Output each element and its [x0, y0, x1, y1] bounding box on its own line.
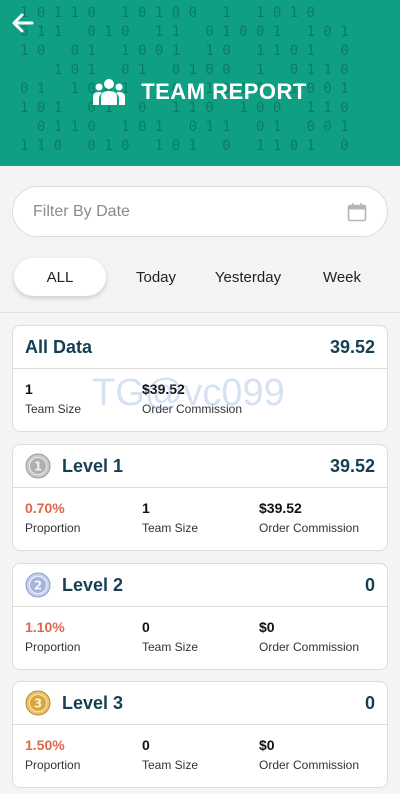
gold-medal-icon: 3: [25, 690, 51, 716]
commission-value: $39.52: [259, 500, 302, 516]
commission-label: Order Commission: [259, 640, 360, 654]
team-size-label: Team Size: [142, 521, 199, 535]
level-card-2: 2 Level 2 0 1.10% Proportion 0 Team Size…: [12, 563, 388, 670]
svg-text:3: 3: [34, 697, 42, 711]
commission-stat: $39.52 Order Commission: [142, 381, 242, 416]
level-card-3: 3 Level 3 0 1.50% Proportion 0 Team Size…: [12, 681, 388, 788]
team-size-value: 0: [142, 619, 150, 635]
team-size-label: Team Size: [142, 758, 199, 772]
team-size-label: Team Size: [25, 402, 82, 416]
svg-text:1: 1: [34, 460, 42, 474]
tab-today[interactable]: Today: [116, 258, 196, 296]
commission-value: $0: [259, 619, 275, 635]
card-body: 0.70% Proportion 1 Team Size $39.52 Orde…: [13, 488, 387, 550]
commission-stat: $0 Order Commission: [259, 619, 359, 654]
page-title: TEAM REPORT: [141, 79, 307, 104]
header-banner: 1 0 1 1 0 1 0 1 0 0 1 1 0 1 0 0 1 1 0 1 …: [0, 0, 400, 166]
commission-stat: $0 Order Commission: [259, 737, 359, 772]
commission-label: Order Commission: [259, 758, 360, 772]
tab-all[interactable]: ALL: [14, 258, 106, 296]
commission-stat: $39.52 Order Commission: [259, 500, 359, 535]
page-title-group: TEAM REPORT: [0, 72, 400, 112]
level-name: Level 3: [62, 692, 124, 713]
period-tabs: ALL Today Yesterday Week: [12, 256, 388, 298]
commission-label: Order Commission: [259, 521, 360, 535]
card-header: 1 Level 1 39.52: [13, 445, 387, 488]
card-header: 2 Level 2 0: [13, 564, 387, 607]
team-size-stat: 1 Team Size: [25, 381, 81, 416]
silver-medal-icon: 1: [25, 453, 51, 479]
blue-medal-icon: 2: [25, 572, 51, 598]
tab-yesterday[interactable]: Yesterday: [206, 258, 290, 296]
team-size-stat: 0 Team Size: [142, 737, 198, 772]
proportion-label: Proportion: [25, 521, 81, 535]
back-arrow-icon[interactable]: [10, 10, 36, 36]
proportion-label: Proportion: [25, 640, 81, 654]
proportion-value: 0.70%: [25, 500, 65, 516]
card-body: 1 Team Size $39.52 Order Commission: [13, 369, 387, 431]
svg-text:2: 2: [34, 579, 42, 593]
team-size-label: Team Size: [142, 640, 199, 654]
calendar-icon[interactable]: [347, 202, 367, 222]
proportion-stat: 1.10% Proportion: [25, 619, 80, 654]
level-name: Level 1: [62, 455, 124, 476]
card-body: 1.50% Proportion 0 Team Size $0 Order Co…: [13, 725, 387, 787]
level-total: 39.52: [329, 455, 375, 476]
tab-week[interactable]: Week: [308, 258, 376, 296]
proportion-label: Proportion: [25, 758, 81, 772]
commission-value: $39.52: [142, 381, 185, 397]
card-header: All Data 39.52: [13, 326, 387, 369]
commission-label: Order Commission: [142, 402, 243, 416]
team-size-stat: 0 Team Size: [142, 619, 198, 654]
card-title: All Data: [25, 336, 93, 357]
commission-value: $0: [259, 737, 275, 753]
team-size-value: 1: [25, 381, 33, 397]
team-size-value: 0: [142, 737, 150, 753]
card-body: 1.10% Proportion 0 Team Size $0 Order Co…: [13, 607, 387, 669]
date-filter[interactable]: [12, 186, 388, 237]
proportion-stat: 1.50% Proportion: [25, 737, 80, 772]
level-total: 0: [364, 692, 375, 713]
proportion-value: 1.50%: [25, 737, 65, 753]
card-total: 39.52: [329, 336, 375, 357]
team-size-stat: 1 Team Size: [142, 500, 198, 535]
level-card-1: 1 Level 1 39.52 0.70% Proportion 1 Team …: [12, 444, 388, 551]
all-data-card: All Data 39.52 1 Team Size $39.52 Order …: [12, 325, 388, 432]
card-header: 3 Level 3 0: [13, 682, 387, 725]
proportion-stat: 0.70% Proportion: [25, 500, 80, 535]
team-size-value: 1: [142, 500, 150, 516]
level-total: 0: [364, 574, 375, 595]
section-divider: [0, 312, 400, 313]
team-icon: [93, 79, 126, 105]
date-filter-input[interactable]: [33, 202, 347, 221]
level-name: Level 2: [62, 574, 124, 595]
proportion-value: 1.10%: [25, 619, 65, 635]
